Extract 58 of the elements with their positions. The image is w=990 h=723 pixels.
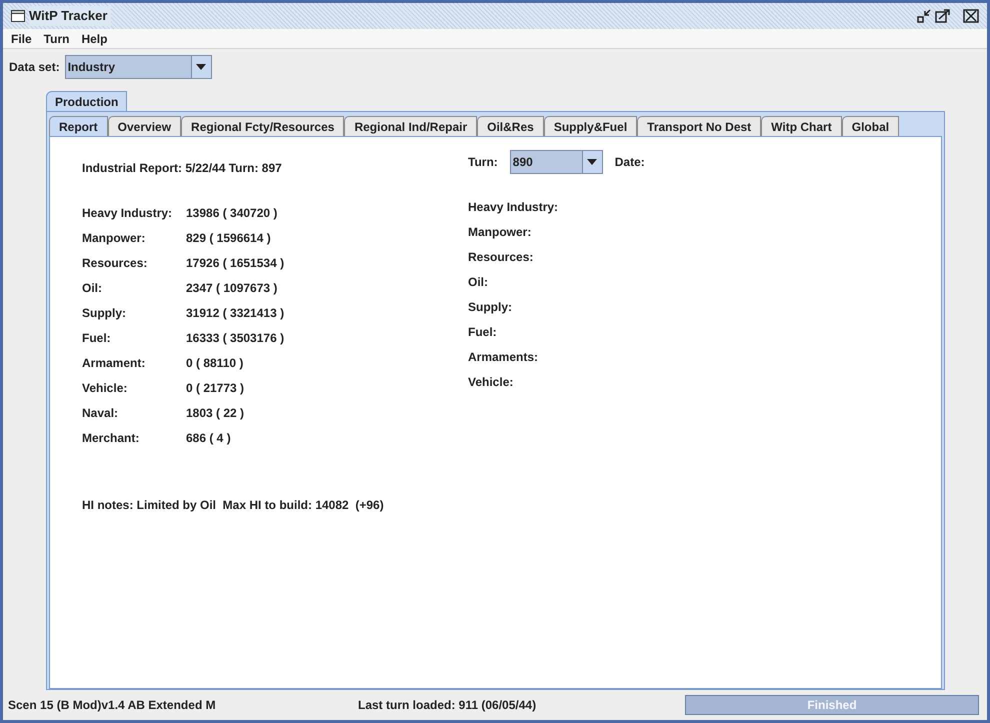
turn-label: Turn: <box>468 154 498 171</box>
row-label: Heavy Industry: <box>468 199 560 215</box>
tab[interactable]: Supply&Fuel <box>544 116 638 136</box>
scenario-status: Scen 15 (B Mod)v1.4 AB Extended M <box>8 697 217 714</box>
maximize-icon[interactable] <box>935 9 951 23</box>
row-label: Supply: <box>82 304 127 322</box>
tab[interactable]: Regional Ind/Repair <box>344 116 478 136</box>
row-value: 2347 ( 1097673 ) <box>186 280 278 296</box>
row-value: 13986 ( 340720 ) <box>186 204 278 222</box>
tab[interactable]: Overview <box>108 116 182 136</box>
dropdown-arrow-icon <box>196 64 206 70</box>
progress-label: Finished <box>806 697 858 714</box>
row-label: Resources: <box>82 254 148 272</box>
tab[interactable]: Global <box>842 116 900 136</box>
row-label: Resources: <box>468 249 534 265</box>
window-title: WitP Tracker <box>29 6 112 26</box>
menu-item[interactable]: File <box>11 30 32 48</box>
dataset-dropdown[interactable]: Industry <box>64 55 212 79</box>
tab[interactable]: Oil&Res <box>477 116 544 136</box>
row-label: Vehicle: <box>468 374 514 390</box>
row-label: Merchant: <box>82 430 140 446</box>
row-value: 686 ( 4 ) <box>186 430 231 446</box>
row-value: 829 ( 1596614 ) <box>186 230 271 246</box>
window-icon <box>11 10 25 22</box>
close-icon[interactable] <box>963 9 979 23</box>
row-value: 0 ( 88110 ) <box>186 354 244 372</box>
row-label: Naval: <box>82 404 120 422</box>
row-label: Armaments: <box>468 349 540 365</box>
row-label: Manpower: <box>468 224 532 240</box>
menu-item[interactable]: Help <box>81 30 108 48</box>
row-value: 0 ( 21773 ) <box>186 380 244 396</box>
row-label: Vehicle: <box>82 380 128 396</box>
tab[interactable]: Production <box>46 91 128 111</box>
row-label: Fuel: <box>468 324 498 340</box>
row-label: Supply: <box>468 299 513 315</box>
dataset-label: Data set: <box>9 59 60 76</box>
date-label: Date: <box>614 154 645 171</box>
row-value: 17926 ( 1651534 ) <box>186 254 284 272</box>
report-heading: Industrial Report: 5/22/44 Turn: 897 <box>82 160 283 177</box>
row-label: Armament: <box>82 354 146 372</box>
row-value: 1803 ( 22 ) <box>186 404 244 422</box>
tab[interactable]: Witp Chart <box>761 116 842 136</box>
dropdown-arrow-icon <box>587 159 598 165</box>
tab[interactable]: Report <box>49 116 108 136</box>
row-label: Oil: <box>82 280 103 296</box>
tab[interactable]: Transport No Dest <box>637 116 762 136</box>
menu-item[interactable]: Turn <box>44 30 70 48</box>
row-label: Oil: <box>468 274 489 290</box>
minimize-icon[interactable] <box>917 9 931 23</box>
row-value: 31912 ( 3321413 ) <box>186 304 284 322</box>
hi-notes: HI notes: Limited by Oil Max HI to build: 14082 (+96) <box>82 497 385 514</box>
turn-dropdown[interactable]: 890 <box>510 150 603 174</box>
row-value: 16333 ( 3503176 ) <box>186 330 284 346</box>
row-label: Heavy Industry: <box>82 204 174 222</box>
row-label: Manpower: <box>82 230 146 246</box>
tab[interactable]: Regional Fcty/Resources <box>181 116 344 136</box>
last-turn-status: Last turn loaded: 911 (06/05/44) <box>358 697 538 714</box>
row-label: Fuel: <box>82 330 112 346</box>
